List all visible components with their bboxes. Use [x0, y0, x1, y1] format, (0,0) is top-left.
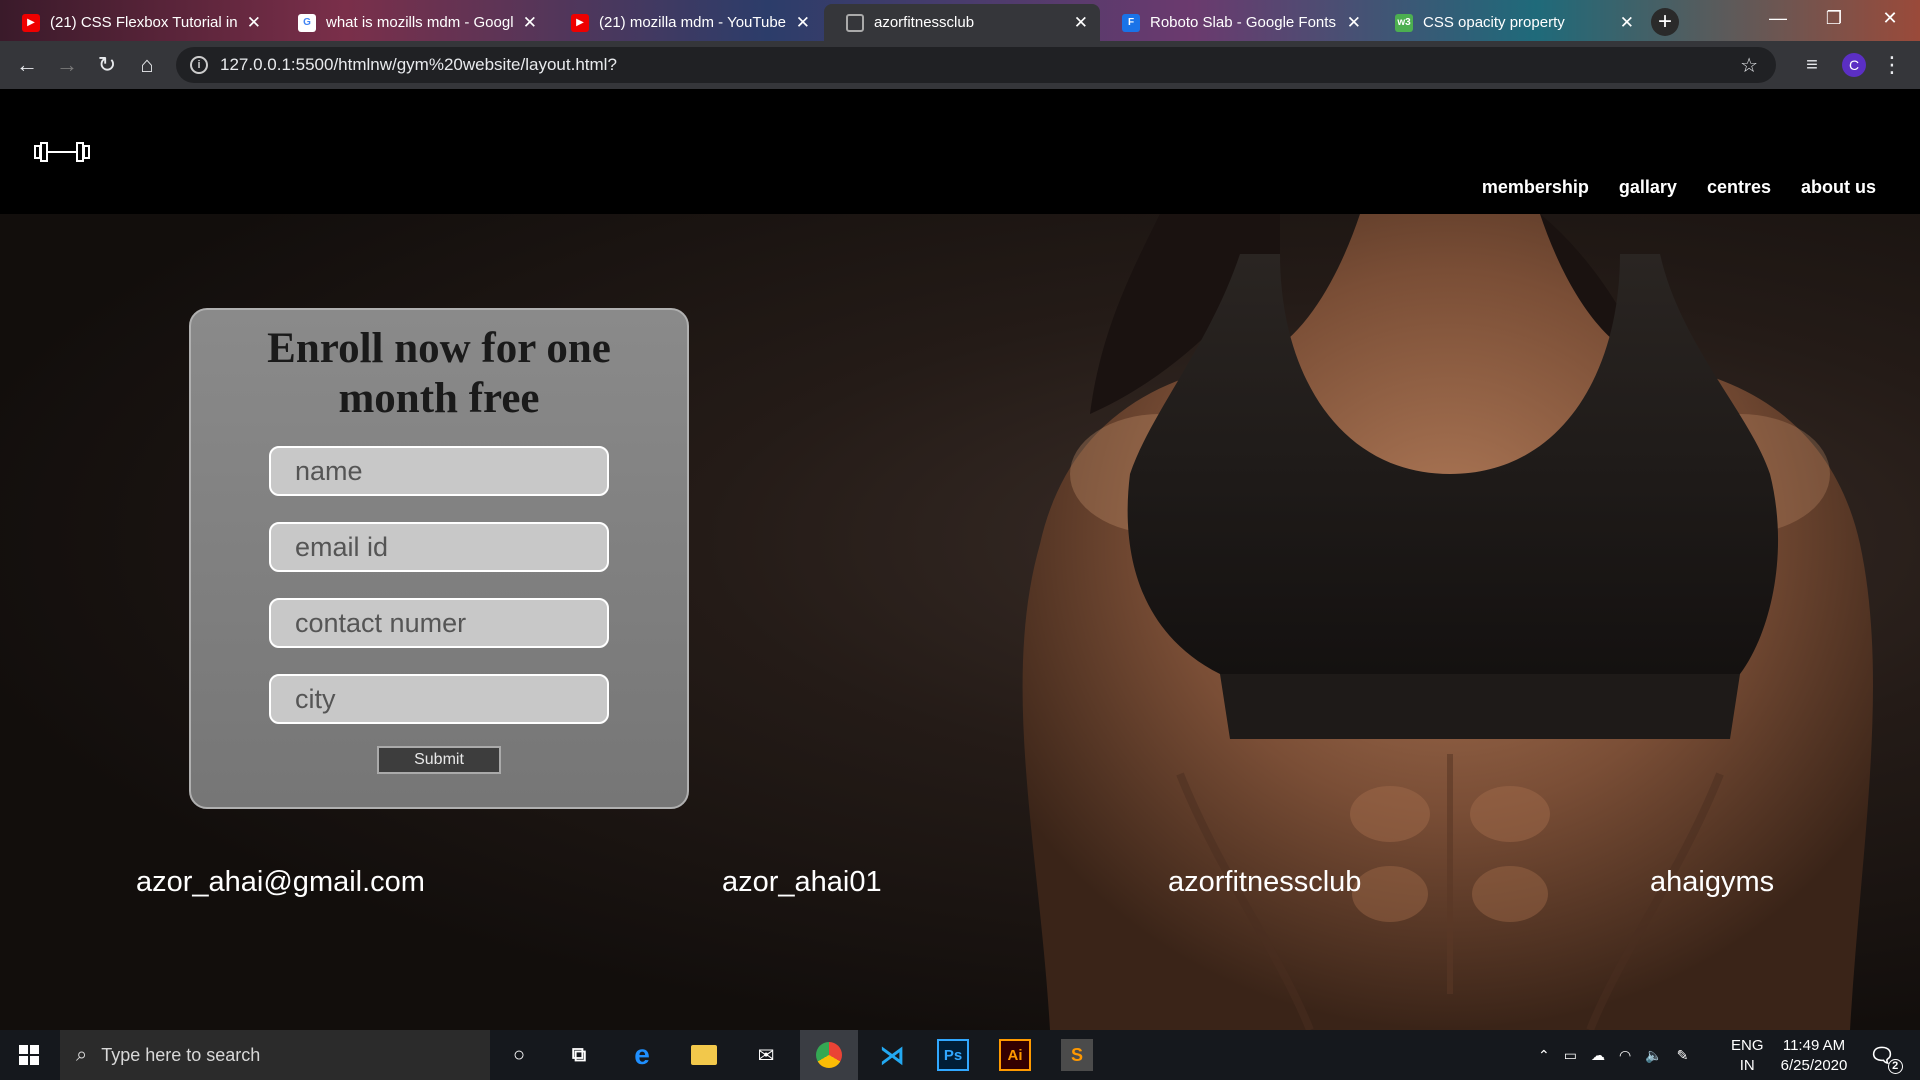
photoshop-icon[interactable]: Ps	[937, 1039, 969, 1071]
restore-button[interactable]: ❐	[1806, 0, 1862, 36]
site-header: membership gallary centres about us	[0, 89, 1920, 214]
windows-start-icon[interactable]	[19, 1045, 39, 1065]
minimize-button[interactable]: —	[1750, 0, 1806, 36]
search-icon: ⌕	[76, 1043, 88, 1066]
edge-icon[interactable]: e	[626, 1039, 658, 1071]
footer-instagram-handle: azor_ahai01	[722, 866, 882, 898]
battery-icon[interactable]: ▭	[1564, 1047, 1577, 1064]
tab-strip: ▶ (21) CSS Flexbox Tutorial in H ✕ G wha…	[0, 0, 1920, 41]
w3schools-icon: w3	[1395, 13, 1413, 32]
notification-count-badge: 2	[1887, 1058, 1903, 1074]
profile-avatar[interactable]: C	[1842, 53, 1866, 77]
close-icon[interactable]: ✕	[523, 13, 537, 33]
taskbar-search[interactable]: ⌕ Type here to search	[60, 1030, 490, 1080]
windows-taskbar: ⌕ Type here to search ○ ⧉ e ✉ ⋊ Ps Ai S …	[0, 1030, 1920, 1080]
cortana-icon[interactable]: ○	[503, 1039, 535, 1071]
reading-list-icon[interactable]: ≡	[1798, 51, 1826, 79]
tab-azorfitnessclub[interactable]: azorfitnessclub ✕	[824, 4, 1100, 41]
address-bar[interactable]: i 127.0.0.1:5500/htmlnw/gym%20website/la…	[176, 47, 1776, 83]
page-viewport: membership gallary centres about us Enro…	[0, 89, 1920, 1030]
volume-icon[interactable]: 🔈	[1645, 1047, 1662, 1064]
tab-css-flexbox[interactable]: ▶ (21) CSS Flexbox Tutorial in H ✕	[0, 4, 273, 41]
enroll-form: Enroll now for one month free Submit	[189, 308, 689, 809]
sublime-text-icon[interactable]: S	[1061, 1039, 1093, 1071]
task-view-icon[interactable]: ⧉	[563, 1039, 595, 1071]
form-title: Enroll now for one month free	[267, 325, 611, 422]
hero-section: Enroll now for one month free Submit azo…	[0, 214, 1920, 1030]
contact-number-input[interactable]	[269, 598, 609, 648]
submit-button[interactable]: Submit	[377, 746, 501, 774]
close-icon[interactable]: ✕	[796, 13, 810, 33]
nav-centres[interactable]: centres	[1707, 177, 1771, 198]
youtube-icon: ▶	[22, 13, 40, 32]
nav-membership[interactable]: membership	[1482, 177, 1589, 198]
google-fonts-icon: F	[1122, 13, 1140, 32]
chrome-icon[interactable]	[800, 1030, 858, 1080]
name-input[interactable]	[269, 446, 609, 496]
hero-athlete-image	[1022, 214, 1873, 1030]
main-nav: membership gallary centres about us	[1482, 177, 1876, 198]
system-tray: ⌃ ▭ ☁ ◠ 🔈 ✎	[1538, 1030, 1688, 1080]
illustrator-icon[interactable]: Ai	[999, 1039, 1031, 1071]
show-hidden-icons-icon[interactable]: ⌃	[1538, 1047, 1550, 1064]
footer-gyms-handle: ahaigyms	[1650, 866, 1775, 898]
tab-roboto-slab[interactable]: F Roboto Slab - Google Fonts ✕	[1100, 4, 1373, 41]
globe-icon	[846, 13, 864, 32]
language-code: ENG	[1731, 1037, 1764, 1054]
pen-icon[interactable]: ✎	[1677, 1047, 1689, 1064]
tab-title: (21) CSS Flexbox Tutorial in H	[50, 14, 239, 31]
new-tab-button[interactable]: +	[1651, 8, 1679, 36]
tab-title: azorfitnessclub	[874, 14, 975, 31]
tab-title: CSS opacity property	[1423, 14, 1565, 31]
clock[interactable]: 11:49 AM 6/25/2020	[1776, 1036, 1852, 1076]
back-button[interactable]: ←	[13, 51, 41, 79]
region-code: IN	[1739, 1057, 1755, 1074]
email-input[interactable]	[269, 522, 609, 572]
tab-title: Roboto Slab - Google Fonts	[1150, 14, 1336, 31]
reload-button[interactable]: ↻	[93, 51, 121, 79]
nav-gallary[interactable]: gallary	[1619, 177, 1677, 198]
close-icon[interactable]: ✕	[1620, 13, 1634, 33]
footer-email: azor_ahai@gmail.com	[136, 866, 425, 898]
home-button[interactable]: ⌂	[133, 51, 161, 79]
tab-title: (21) mozilla mdm - YouTube	[599, 14, 787, 31]
tab-css-opacity[interactable]: w3 CSS opacity property ✕	[1373, 4, 1646, 41]
dumbbell-logo-icon[interactable]	[33, 141, 93, 163]
file-explorer-icon[interactable]	[688, 1039, 720, 1071]
close-window-button[interactable]: ✕	[1862, 0, 1918, 36]
close-icon[interactable]: ✕	[1347, 13, 1361, 33]
onedrive-icon[interactable]: ☁	[1591, 1047, 1605, 1064]
close-icon[interactable]: ✕	[1074, 13, 1088, 33]
tab-mozilla-mdm-youtube[interactable]: ▶ (21) mozilla mdm - YouTube ✕	[549, 4, 822, 41]
forward-button[interactable]: →	[53, 51, 81, 79]
url-text: 127.0.0.1:5500/htmlnw/gym%20website/layo…	[220, 55, 617, 74]
clock-time: 11:49 AM	[1782, 1037, 1846, 1054]
taskbar-search-placeholder: Type here to search	[101, 1044, 261, 1065]
nav-about-us[interactable]: about us	[1801, 177, 1876, 198]
language-indicator[interactable]: ENG IN	[1731, 1036, 1764, 1076]
browser-toolbar: ← → ↻ ⌂ i 127.0.0.1:5500/htmlnw/gym%20we…	[0, 41, 1920, 89]
vscode-icon[interactable]: ⋊	[876, 1039, 908, 1071]
tab-title: what is mozills mdm - Googl	[326, 14, 514, 31]
bookmark-star-icon[interactable]: ☆	[1740, 53, 1758, 78]
menu-icon[interactable]: ⋮	[1878, 51, 1906, 79]
close-icon[interactable]: ✕	[247, 13, 261, 33]
mail-icon[interactable]: ✉	[750, 1039, 782, 1071]
footer-club-name: azorfitnessclub	[1168, 866, 1362, 898]
google-icon: G	[298, 13, 316, 32]
wifi-icon[interactable]: ◠	[1619, 1047, 1631, 1064]
city-input[interactable]	[269, 674, 609, 724]
tab-google-search[interactable]: G what is mozills mdm - Googl ✕	[276, 4, 549, 41]
clock-date: 6/25/2020	[1780, 1057, 1848, 1074]
site-info-icon[interactable]: i	[190, 56, 208, 74]
notifications-icon[interactable]: 🗨 2	[1866, 1039, 1903, 1074]
youtube-icon: ▶	[571, 13, 589, 32]
